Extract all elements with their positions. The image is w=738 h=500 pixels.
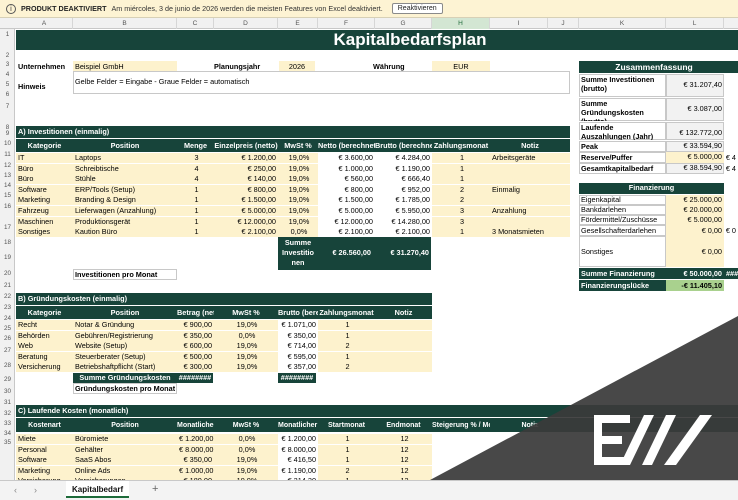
add-sheet-button[interactable]: + bbox=[152, 483, 158, 495]
sheet-tab-kapitalbedarf[interactable]: Kapitalbedarf bbox=[66, 481, 130, 498]
brand-logo-overlay bbox=[430, 316, 738, 480]
prev-sheet-icon[interactable]: ‹ bbox=[14, 485, 17, 495]
logo-triangle bbox=[430, 316, 738, 480]
next-sheet-icon[interactable]: › bbox=[34, 485, 37, 495]
sheet-tab-bar: ‹ › Kapitalbedarf + bbox=[0, 480, 738, 500]
